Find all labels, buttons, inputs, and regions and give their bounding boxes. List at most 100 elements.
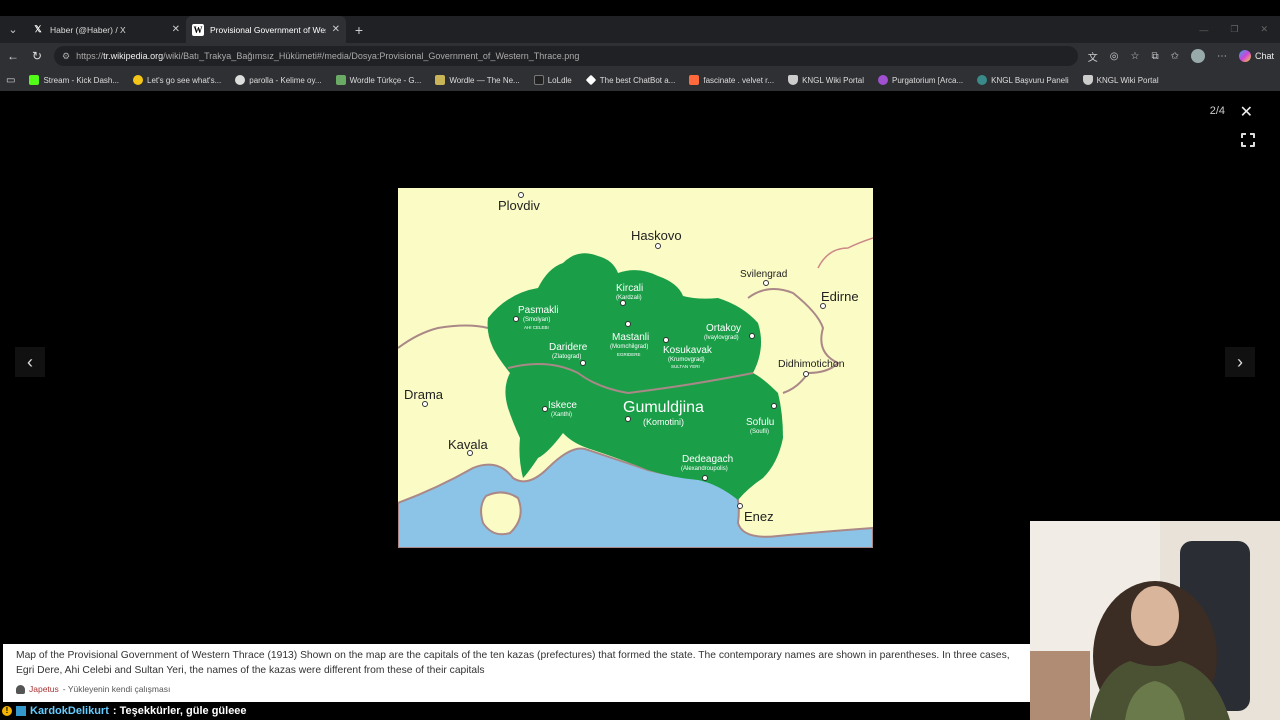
map-label-iskece-alt: (Xanthi) [551, 412, 572, 418]
map-label-mastanli-note: EGRIDERE [617, 352, 641, 357]
more-menu-icon[interactable]: ⋯ [1217, 51, 1227, 62]
previous-image-button[interactable]: ‹ [15, 347, 45, 377]
map-label-haskovo: Haskovo [631, 228, 682, 243]
map-label-pasmakli: Pasmakli [518, 305, 559, 316]
emoji-icon [133, 75, 144, 85]
map-label-ortakoy-alt: (Ivaylovgrad) [704, 335, 739, 341]
image-credit: Japetus - Yükleyenin kendi çalışması [16, 684, 1017, 694]
western-thrace-map: Plovdiv Haskovo Svilengrad Edirne Didhim… [397, 188, 874, 549]
bookmark-item[interactable]: LoLdle [533, 75, 572, 85]
map-label-dedeagach: Dedeagach [682, 454, 733, 465]
bookmark-item[interactable]: KNGL Wiki Portal [1082, 75, 1159, 85]
bookmark-item[interactable]: The best ChatBot a... [585, 74, 675, 86]
map-label-daridere-alt: (Zlatograd) [552, 354, 581, 360]
bookmark-item[interactable]: Wordle — The Ne... [435, 75, 520, 85]
velvet-icon [689, 75, 700, 85]
close-tab-icon[interactable]: ✕ [172, 24, 180, 35]
map-label-enez: Enez [744, 509, 774, 524]
reader-icon[interactable]: ◎ [1110, 51, 1119, 62]
tab-wikipedia[interactable]: W Provisional Government of Western Thra… [186, 16, 346, 43]
kick-icon [29, 75, 40, 85]
map-label-edirne: Edirne [821, 289, 859, 304]
reload-icon[interactable]: ↻ [30, 49, 44, 63]
loldle-icon [533, 75, 544, 85]
map-label-gumuldjina: Gumuldjina [623, 399, 704, 416]
copilot-chat-button[interactable]: Chat [1238, 50, 1274, 62]
chevron-right-icon: › [1237, 351, 1243, 372]
fullscreen-icon[interactable] [1240, 132, 1256, 148]
wikipedia-icon: W [192, 23, 204, 36]
subscriber-badge-icon [16, 706, 26, 716]
caption-text: Map of the Provisional Government of Wes… [16, 650, 1010, 676]
map-label-svilengrad: Svilengrad [740, 269, 787, 280]
url-text: https://tr.wikipedia.org/wiki/Batı_Traky… [76, 51, 580, 61]
map-label-sofulu: Sofulu [746, 417, 774, 428]
close-viewer-icon[interactable]: ✕ [1240, 102, 1253, 122]
source-text: - Yükleyenin kendi çalışması [62, 684, 171, 694]
maximize-icon[interactable]: ❐ [1230, 24, 1238, 35]
window-controls: — ❐ ✕ [1199, 16, 1280, 43]
site-info-icon[interactable]: ⚙ [62, 51, 70, 62]
tab-haber[interactable]: 𝕏 Haber (@Haber) / X ✕ [26, 16, 186, 43]
chatbot-icon [585, 74, 597, 86]
map-label-dedeagach-alt: (Alexandroupolis) [681, 466, 728, 472]
bookmark-item[interactable]: Purgatorium [Arca... [878, 75, 963, 85]
image-caption: Map of the Provisional Government of Wes… [3, 644, 1030, 702]
map-label-pasmakli-note: AHI CELEBI [524, 325, 549, 330]
map-label-kircali-alt: (Kardzali) [616, 295, 642, 301]
map-label-kircali: Kircali [616, 283, 643, 294]
bookmarks-menu-icon[interactable]: ▭ [6, 75, 15, 86]
map-label-sofulu-alt: (Soufli) [750, 429, 769, 435]
close-window-icon[interactable]: ✕ [1260, 24, 1268, 35]
bookmark-item[interactable]: Wordle Türkçe - G... [335, 75, 421, 85]
map-label-kosukavak-note: SULTAN YERI [671, 364, 700, 369]
map-label-gumuldjina-alt: (Komotini) [643, 417, 684, 427]
chat-text: : Teşekkürler, güle güleee [112, 705, 247, 717]
stream-chat-message: ! KardokDelikurt : Teşekkürler, güle gül… [0, 702, 1030, 720]
streamer-webcam-image [1030, 521, 1280, 720]
bookmark-item[interactable]: Stream - Kick Dash... [29, 75, 119, 85]
minimize-icon[interactable]: — [1199, 25, 1208, 35]
next-image-button[interactable]: › [1225, 347, 1255, 377]
copilot-icon [1238, 50, 1251, 62]
bookmark-item[interactable]: KNGL Başvuru Paneli [977, 75, 1069, 85]
x-logo-icon: 𝕏 [34, 24, 42, 34]
bookmark-item[interactable]: fascinate . velvet r... [689, 75, 774, 85]
bookmark-item[interactable]: parolla - Kelime oy... [235, 75, 322, 85]
kngl-panel-icon [977, 75, 988, 85]
tab-bar: ⌄ 𝕏 Haber (@Haber) / X ✕ W Provisional G… [0, 16, 1280, 43]
translate-icon[interactable]: 文 [1088, 49, 1098, 64]
bookmarks-bar: ▭ Stream - Kick Dash... Let's go see wha… [0, 69, 1280, 91]
map-label-iskece: Iskece [548, 400, 577, 411]
webcam-overlay [1030, 521, 1280, 720]
bookmark-item[interactable]: KNGL Wiki Portal [788, 75, 864, 85]
tab-search-button[interactable]: ⌄ [0, 16, 26, 43]
navigation-bar: ← ↻ ⚙ https://tr.wikipedia.org/wiki/Batı… [0, 43, 1280, 69]
tab-title: Provisional Government of Western Thrace [210, 24, 326, 35]
author-link[interactable]: Japetus [29, 684, 59, 694]
favorite-star-icon[interactable]: ☆ [1130, 51, 1139, 62]
bookmark-item[interactable]: Let's go see what's... [133, 75, 221, 85]
wiki-portal-icon [1082, 75, 1093, 85]
chevron-left-icon: ‹ [27, 351, 33, 372]
address-bar[interactable]: ⚙ https://tr.wikipedia.org/wiki/Batı_Tra… [54, 46, 1078, 66]
purgatorium-icon [878, 75, 888, 85]
map-label-didhimotichon: Didhimotichon [778, 358, 845, 370]
map-label-plovdiv: Plovdiv [498, 198, 540, 213]
parolla-icon [235, 75, 246, 85]
map-label-mastanli-alt: (Momchilgrad) [610, 344, 648, 350]
favorites-icon[interactable]: ✩ [1171, 51, 1179, 62]
new-tab-button[interactable]: + [346, 16, 372, 43]
extensions-icon[interactable]: ⧉ [1151, 51, 1158, 62]
map-label-drama: Drama [404, 387, 444, 402]
wordle-grid-icon [435, 75, 446, 85]
chat-username: KardokDelikurt [30, 705, 109, 717]
close-tab-icon[interactable]: ✕ [332, 24, 340, 35]
map-label-ortakoy: Ortakoy [706, 323, 741, 334]
map-label-kavala: Kavala [448, 437, 489, 452]
map-image: Plovdiv Haskovo Svilengrad Edirne Didhim… [397, 188, 874, 549]
image-counter: 2/4 [1209, 105, 1225, 117]
back-icon[interactable]: ← [6, 49, 20, 63]
user-icon [16, 684, 25, 694]
profile-avatar[interactable] [1190, 49, 1205, 63]
